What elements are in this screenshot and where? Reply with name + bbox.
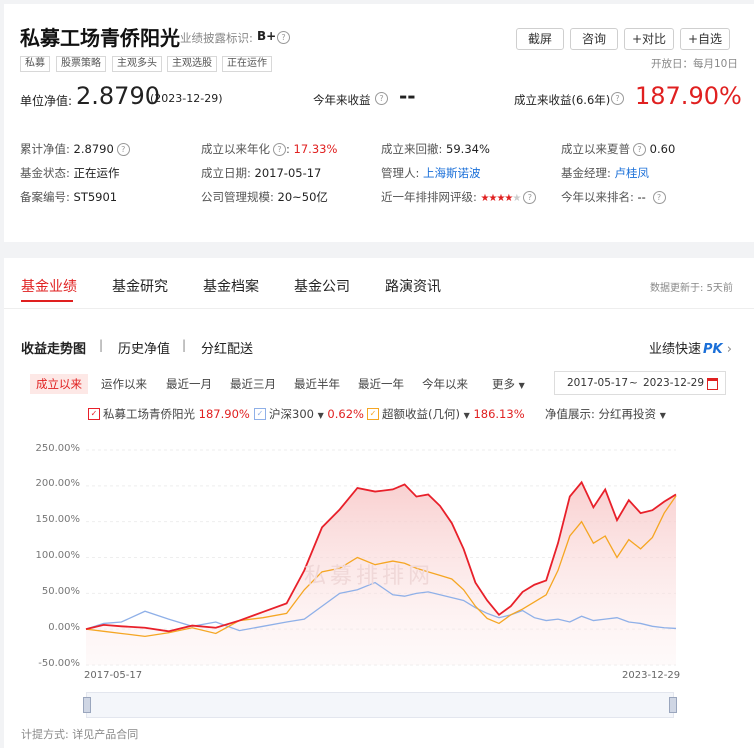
open-day: 开放日：每月10日: [651, 58, 738, 70]
fund-manager: 基金经理: 卢桂凤: [561, 166, 650, 180]
help-icon[interactable]: ?: [116, 143, 130, 156]
chart-area: 250.00% 200.00% 150.00% 100.00% 50.00% 0…: [4, 258, 754, 748]
tag: 正在运作: [222, 56, 272, 72]
fund-status: 基金状态: 正在运作: [20, 166, 120, 180]
nav-date: (2023-12-29): [150, 92, 223, 105]
tag: 主观多头: [112, 56, 162, 72]
x-tick-label: 2023-12-29: [622, 670, 681, 681]
fund-summary-card: 私募工场青侨阳光 业绩披露标识: B+ ? 私募 股票策略 主观多头 主观选股 …: [4, 4, 754, 242]
rating: 近一年排排网评级: ★★★★★?: [381, 189, 537, 205]
fund-title: 私募工场青侨阳光: [20, 26, 180, 50]
help-icon[interactable]: ?: [277, 31, 290, 44]
manager-company-link[interactable]: 上海斯诺波: [423, 166, 481, 180]
help-icon[interactable]: ?: [523, 191, 537, 204]
help-icon[interactable]: ?: [611, 92, 624, 105]
help-icon[interactable]: ?: [273, 143, 286, 156]
since-inception-label: 成立来收益(6.6年): [514, 93, 611, 107]
max-drawdown: 成立来回撤: 59.34%: [381, 142, 490, 156]
disclosure-value: B+: [257, 29, 277, 43]
watchlist-button[interactable]: +自选: [680, 28, 730, 50]
ytd-label: 今年来收益: [313, 93, 371, 107]
tag: 主观选股: [167, 56, 217, 72]
x-tick-label: 2017-05-17: [84, 670, 143, 681]
ytd-rank: 今年以来排名: -- ?: [561, 189, 666, 205]
disclosure-label: 业绩披露标识:: [180, 31, 253, 45]
tag: 股票策略: [56, 56, 106, 72]
since-inception-value: 187.90%: [635, 82, 742, 110]
slider-handle-left[interactable]: [83, 697, 91, 713]
compare-button[interactable]: +对比: [624, 28, 674, 50]
registration-number: 备案编号: ST5901: [20, 190, 118, 204]
ytd-value: --: [399, 84, 416, 108]
company-aum: 公司管理规模: 20~50亿: [201, 190, 328, 204]
tag: 私募: [20, 56, 50, 72]
nav-label: 单位净值:: [20, 94, 73, 108]
performance-card: 基金业绩 基金研究 基金档案 基金公司 路演资讯 数据更新于: 5天前 收益走势…: [4, 258, 754, 748]
footer-note: 计提方式: 详见产品合同: [21, 728, 139, 741]
help-icon[interactable]: ?: [633, 143, 646, 156]
slider-handle-right[interactable]: [669, 697, 677, 713]
cumulative-nav: 累计净值: 2.8790?: [20, 141, 130, 157]
screenshot-button[interactable]: 截屏: [516, 28, 564, 50]
help-icon[interactable]: ?: [652, 191, 666, 204]
manager-company: 管理人: 上海斯诺波: [381, 166, 481, 180]
help-icon[interactable]: ?: [375, 92, 388, 105]
inception-date: 成立日期: 2017-05-17: [201, 166, 322, 180]
nav-value: 2.8790: [76, 82, 160, 110]
annualized-return: 成立以来年化?: 17.33%: [201, 142, 338, 156]
sharpe-ratio: 成立以来夏普? 0.60: [561, 142, 676, 156]
fund-manager-link[interactable]: 卢桂凤: [615, 166, 650, 180]
rating-stars: ★★★★★: [480, 193, 522, 204]
consult-button[interactable]: 咨询: [570, 28, 618, 50]
watermark: 私募排排网: [304, 564, 435, 589]
range-slider[interactable]: [83, 692, 677, 718]
